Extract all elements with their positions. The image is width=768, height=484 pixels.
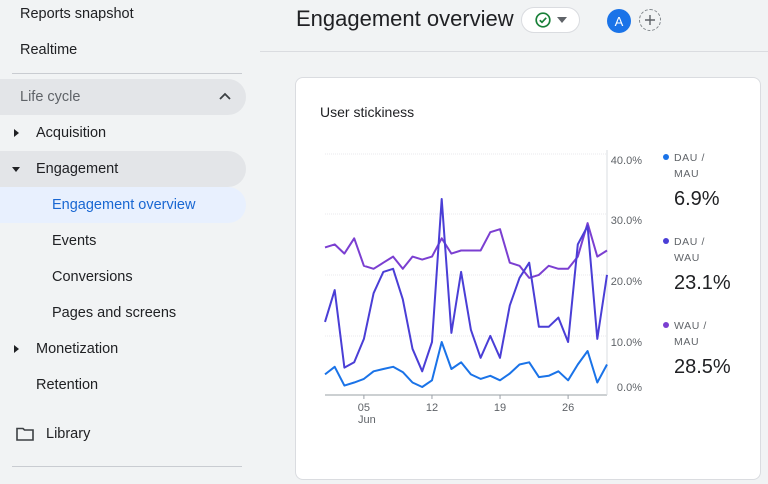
y-tick-label: 0.0%	[617, 382, 642, 394]
series-line-dau-mau	[324, 341, 608, 388]
legend-value: 28.5%	[674, 356, 731, 378]
x-tick-label: 05	[358, 402, 370, 414]
x-tick-label: 12	[426, 402, 438, 414]
legend-value: 6.9%	[674, 188, 720, 210]
legend-label: WAU	[674, 252, 700, 264]
y-tick-label: 40.0%	[611, 155, 642, 167]
series-line-dau-wau	[324, 198, 608, 373]
y-tick-label: 30.0%	[611, 215, 642, 227]
legend-label: WAU /	[674, 320, 707, 332]
x-tick-label: 19	[494, 402, 506, 414]
x-tick-label: 26	[562, 402, 574, 414]
legend-label: MAU	[674, 168, 699, 180]
legend-label: MAU	[674, 336, 699, 348]
legend-label: DAU /	[674, 152, 705, 164]
legend-dot	[663, 154, 669, 160]
legend-dot	[663, 238, 669, 244]
x-tick-sublabel: Jun	[358, 414, 376, 426]
y-tick-label: 20.0%	[611, 276, 642, 288]
series-line-wau-mau	[324, 222, 608, 279]
y-tick-label: 10.0%	[611, 337, 642, 349]
user-stickiness-chart: 40.0% 30.0% 20.0% 10.0% 0.0% 05Jun 12 19 26 DAU /…	[324, 150, 731, 426]
legend-value: 23.1%	[674, 272, 731, 294]
legend-dot	[663, 322, 669, 328]
legend-label: DAU /	[674, 236, 705, 248]
